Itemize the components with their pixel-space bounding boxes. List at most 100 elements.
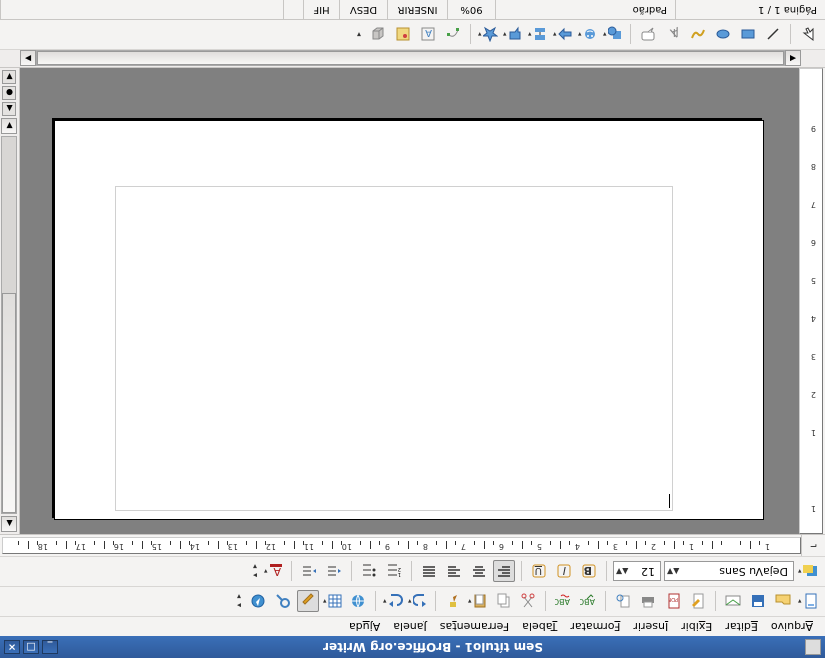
copy-button[interactable] [492,591,514,613]
line-tool[interactable] [762,24,784,46]
print-preview-button[interactable] [612,591,634,613]
scroll-right-button[interactable]: ▶ [20,51,36,67]
vertical-ruler[interactable]: 1123456789 [799,68,823,534]
status-hif[interactable]: HIF [303,0,339,19]
document-area: 1123456789 ▲ ▼ ▲ ● ▼ [0,68,825,534]
underline-button[interactable]: U [528,561,550,583]
vscroll-track[interactable] [2,136,18,514]
separator [545,592,546,612]
menu-janela[interactable]: Janela [387,618,433,635]
from-file-button[interactable] [392,24,414,46]
menu-ferramentas[interactable]: Ferramentas [434,618,515,635]
canvas[interactable] [20,68,799,534]
extrusion-button[interactable] [367,24,389,46]
basic-shapes-button[interactable] [602,24,624,46]
select-tool[interactable] [797,24,819,46]
nav-ball-button[interactable]: ● [3,86,17,100]
callout-tool[interactable] [637,24,659,46]
toolbar-overflow[interactable]: ▾ [354,22,364,47]
styles-button[interactable] [797,561,819,583]
align-center-button[interactable] [468,561,490,583]
format-paintbrush-button[interactable] [442,591,464,613]
text-tool[interactable]: AI [662,24,684,46]
paste-button[interactable] [467,591,489,613]
block-arrows-button[interactable] [552,24,574,46]
status-sel[interactable]: DESV [339,0,387,19]
minimize-button[interactable]: _ [42,640,58,654]
numbered-list-button[interactable]: 12 [383,561,405,583]
italic-button[interactable]: I [553,561,575,583]
hyperlink-button[interactable] [347,591,369,613]
bold-button[interactable]: B [578,561,600,583]
autospell-button[interactable]: ABC [552,591,574,613]
callouts-button[interactable] [502,24,524,46]
svg-text:2: 2 [398,567,401,573]
menu-exibir[interactable]: Exibir [675,618,718,635]
toolbar-overflow[interactable]: ▸▾ [234,589,244,614]
scroll-left-button[interactable]: ◀ [785,51,801,67]
vscroll-thumb[interactable] [3,293,17,513]
edit-file-button[interactable] [687,591,709,613]
hscroll-track[interactable] [36,51,785,67]
close-button[interactable]: × [4,640,20,654]
new-button[interactable] [797,591,819,613]
points-button[interactable] [442,24,464,46]
separator [715,592,716,612]
fontwork-button[interactable]: A [417,24,439,46]
align-justify-button[interactable] [418,561,440,583]
symbol-shapes-button[interactable] [577,24,599,46]
rectangle-tool[interactable] [737,24,759,46]
menu-arquivo[interactable]: Arquivo [765,618,819,635]
font-size-combo[interactable]: 12▲▼ [613,562,661,582]
separator [521,562,522,582]
menu-formatar[interactable]: Formatar [564,618,626,635]
save-button[interactable] [747,591,769,613]
horizontal-ruler[interactable]: 1123456789101112131415161718 [2,537,801,554]
table-button[interactable] [322,591,344,613]
increase-indent-button[interactable] [298,561,320,583]
stars-button[interactable] [477,24,499,46]
freeform-tool[interactable] [687,24,709,46]
page-text-area[interactable] [116,186,674,511]
export-pdf-button[interactable]: PDF [662,591,684,613]
align-right-button[interactable] [443,561,465,583]
menu-editar[interactable]: Editar [719,618,764,635]
ellipse-tool[interactable] [712,24,734,46]
font-color-button[interactable]: A [263,561,285,583]
standard-toolbar: PDF ABC ABC ▸▾ [0,586,825,616]
open-button[interactable] [772,591,794,613]
menu-tabela[interactable]: Tabela [516,618,563,635]
scroll-up-button[interactable]: ▲ [2,516,18,532]
bullet-list-button[interactable] [358,561,380,583]
next-page-button[interactable]: ▼ [3,70,17,84]
redo-button[interactable] [382,591,404,613]
email-button[interactable] [722,591,744,613]
undo-button[interactable] [407,591,429,613]
print-button[interactable] [637,591,659,613]
page[interactable] [55,120,765,520]
drawing-button[interactable] [297,591,319,613]
menu-ajuda[interactable]: Ajuda [343,618,386,635]
align-left-button[interactable] [493,561,515,583]
find-button[interactable] [272,591,294,613]
status-style[interactable]: Padrão [495,0,675,19]
status-zoom[interactable]: 90% [447,0,495,19]
scroll-down-button[interactable]: ▼ [2,118,18,134]
separator [605,592,606,612]
separator [411,562,412,582]
separator [470,25,471,45]
status-page[interactable]: Página 1 / 1 [675,0,825,19]
cut-button[interactable] [517,591,539,613]
decrease-indent-button[interactable] [323,561,345,583]
flowchart-button[interactable] [527,24,549,46]
spellcheck-button[interactable]: ABC [577,591,599,613]
status-mode[interactable]: INSERIR [387,0,447,19]
maximize-button[interactable]: □ [23,640,39,654]
font-name-combo[interactable]: DejaVu Sans▲▼ [664,562,794,582]
toolbar-overflow[interactable]: ▸▾ [250,559,260,584]
separator [630,25,631,45]
hscroll-thumb[interactable] [37,52,784,66]
menu-inserir[interactable]: Inserir [627,618,674,635]
prev-page-button[interactable]: ▲ [3,102,17,116]
navigator-button[interactable] [247,591,269,613]
